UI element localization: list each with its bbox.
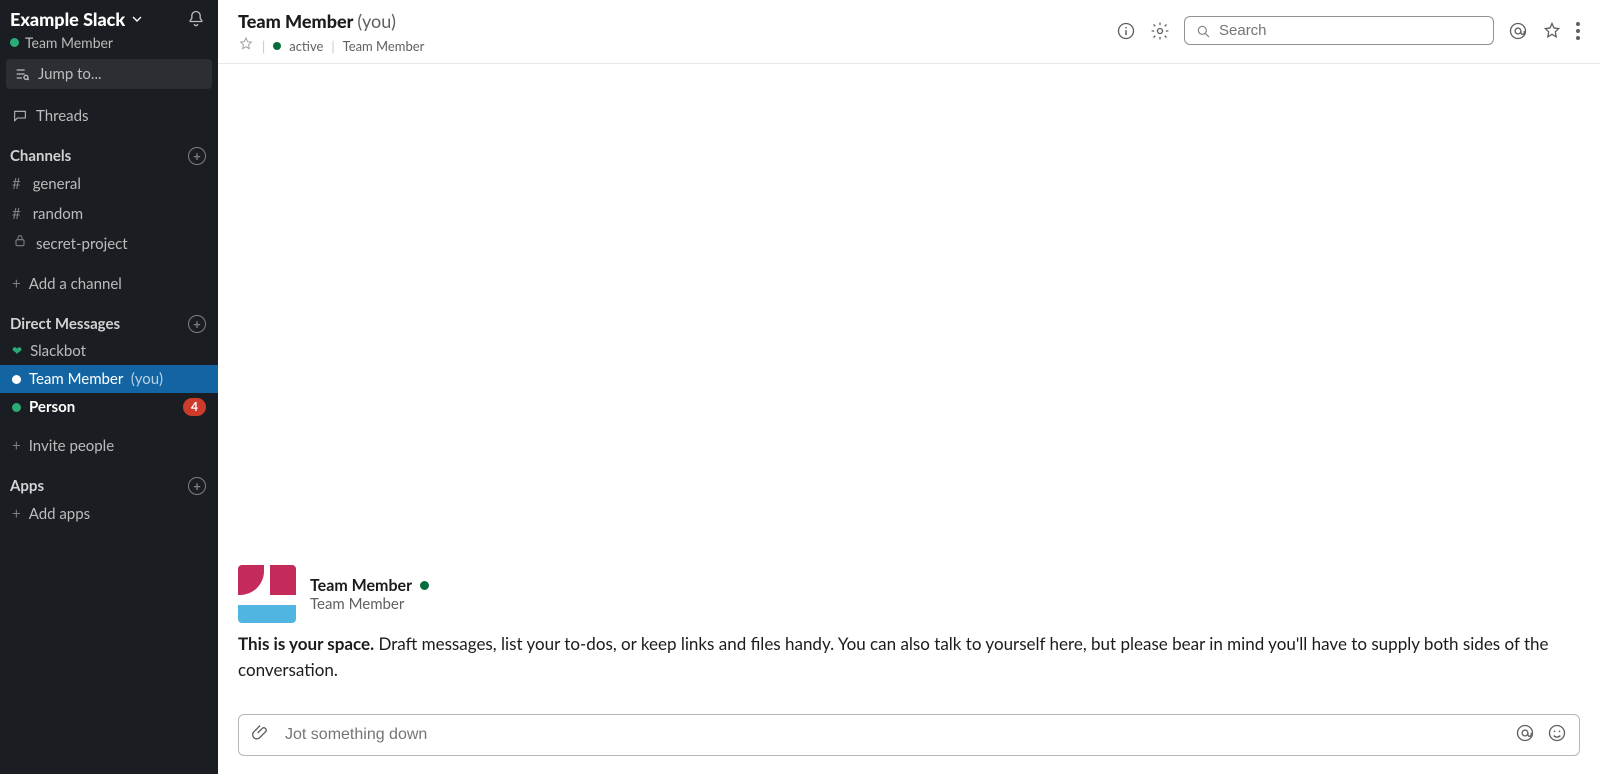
channel-secret-project[interactable]: secret-project bbox=[0, 229, 218, 259]
channel-name: random bbox=[33, 203, 83, 225]
channel-title-you: (you) bbox=[357, 10, 396, 32]
heart-icon: ❤ bbox=[12, 340, 22, 362]
you-suffix: (you) bbox=[131, 370, 163, 388]
unread-badge: 4 bbox=[183, 398, 206, 416]
sidebar-threads[interactable]: Threads bbox=[0, 101, 218, 131]
attach-icon[interactable] bbox=[251, 723, 271, 747]
hash-icon bbox=[12, 203, 25, 225]
intro-text: This is your space. Draft messages, list… bbox=[238, 631, 1580, 682]
intro-strong: This is your space. bbox=[238, 633, 374, 654]
search-icon bbox=[1195, 23, 1211, 39]
starred-items-icon[interactable] bbox=[1542, 21, 1562, 41]
jump-to-search[interactable]: Jump to... bbox=[6, 59, 212, 89]
add-app-icon[interactable]: + bbox=[188, 477, 206, 495]
intro-subtitle: Team Member bbox=[310, 595, 429, 613]
presence-icon bbox=[12, 375, 21, 384]
separator: | bbox=[262, 38, 265, 54]
presence-icon bbox=[273, 42, 281, 50]
lock-icon bbox=[12, 233, 28, 255]
channels-label: Channels bbox=[10, 147, 71, 165]
main-pane: Team Member (you) | active | Team Member bbox=[218, 0, 1600, 774]
intro-body: Draft messages, list your to-dos, or kee… bbox=[238, 633, 1549, 680]
threads-label: Threads bbox=[36, 105, 89, 127]
add-channel-label: Add a channel bbox=[29, 273, 122, 295]
status-text: active bbox=[289, 38, 323, 54]
mentions-icon[interactable] bbox=[1508, 21, 1528, 41]
more-actions-icon[interactable] bbox=[1576, 22, 1580, 40]
notifications-bell-icon[interactable] bbox=[186, 9, 206, 29]
composer-field[interactable] bbox=[285, 726, 1501, 744]
dm-name: Team Member bbox=[29, 370, 123, 388]
workspace-name: Example Slack bbox=[10, 8, 125, 30]
channel-random[interactable]: random bbox=[0, 199, 218, 229]
channel-intro: Team Member Team Member This is your spa… bbox=[238, 565, 1580, 682]
channel-header: Team Member (you) | active | Team Member bbox=[218, 0, 1600, 64]
presence-icon bbox=[420, 581, 429, 590]
dms-label: Direct Messages bbox=[10, 315, 120, 333]
mention-button[interactable] bbox=[1515, 723, 1535, 747]
channel-name: secret-project bbox=[36, 233, 128, 255]
channel-title-name: Team Member bbox=[238, 10, 353, 32]
emoji-button[interactable] bbox=[1547, 723, 1567, 747]
add-channel-link[interactable]: + Add a channel bbox=[0, 269, 218, 299]
jump-icon bbox=[14, 66, 30, 82]
dm-person[interactable]: Person 4 bbox=[0, 393, 218, 421]
search-input[interactable] bbox=[1184, 16, 1494, 45]
sidebar: Example Slack Team Member Jump to... Thr… bbox=[0, 0, 218, 774]
dms-section-header: Direct Messages + bbox=[0, 299, 218, 337]
presence-icon bbox=[12, 403, 21, 412]
hash-icon bbox=[12, 173, 25, 195]
channel-name: general bbox=[33, 173, 81, 195]
plus-icon: + bbox=[12, 503, 21, 525]
add-apps-link[interactable]: + Add apps bbox=[0, 499, 218, 529]
chevron-down-icon bbox=[129, 11, 145, 27]
workspace-current-user[interactable]: Team Member bbox=[0, 34, 218, 59]
info-icon[interactable] bbox=[1116, 21, 1136, 41]
threads-icon bbox=[12, 108, 28, 124]
jump-to-label: Jump to... bbox=[38, 65, 102, 83]
add-apps-label: Add apps bbox=[29, 503, 90, 525]
message-area: Team Member Team Member This is your spa… bbox=[218, 64, 1600, 774]
subtitle-name: Team Member bbox=[343, 38, 425, 54]
apps-label: Apps bbox=[10, 477, 44, 495]
avatar bbox=[238, 565, 296, 623]
search-field[interactable] bbox=[1219, 22, 1483, 39]
intro-name: Team Member bbox=[310, 576, 412, 595]
apps-section-header: Apps + bbox=[0, 461, 218, 499]
add-channel-icon[interactable]: + bbox=[188, 147, 206, 165]
dm-slackbot[interactable]: ❤ Slackbot bbox=[0, 337, 218, 365]
gear-icon[interactable] bbox=[1150, 21, 1170, 41]
message-composer[interactable] bbox=[238, 714, 1580, 756]
favorite-star-icon[interactable] bbox=[238, 36, 254, 55]
plus-icon: + bbox=[12, 435, 21, 457]
channels-section-header: Channels + bbox=[0, 131, 218, 169]
workspace-switcher[interactable]: Example Slack bbox=[10, 8, 145, 30]
dm-self[interactable]: Team Member (you) bbox=[0, 365, 218, 393]
current-user-name: Team Member bbox=[25, 34, 113, 51]
dm-name: Slackbot bbox=[30, 340, 86, 362]
invite-people-label: Invite people bbox=[29, 435, 114, 457]
plus-icon: + bbox=[12, 273, 21, 295]
separator: | bbox=[331, 38, 334, 54]
new-dm-icon[interactable]: + bbox=[188, 315, 206, 333]
invite-people-link[interactable]: + Invite people bbox=[0, 431, 218, 461]
presence-icon bbox=[10, 38, 19, 47]
channel-title[interactable]: Team Member (you) bbox=[238, 10, 424, 32]
channel-general[interactable]: general bbox=[0, 169, 218, 199]
dm-name: Person bbox=[29, 396, 75, 418]
